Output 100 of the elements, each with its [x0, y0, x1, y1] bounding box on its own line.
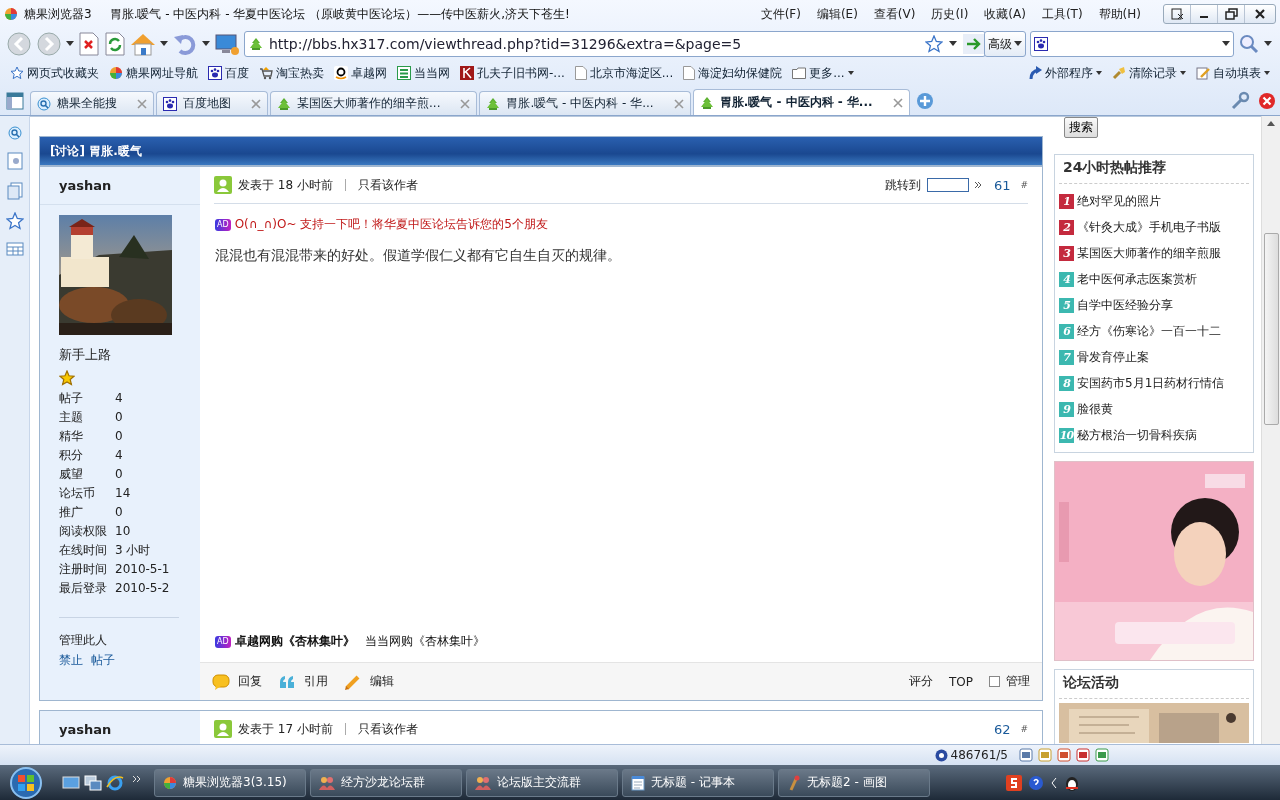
new-tab-button[interactable]: [915, 92, 934, 110]
penguin-icon[interactable]: [1064, 774, 1080, 791]
menu-item[interactable]: 帮助(H): [1090, 5, 1149, 23]
taskbar-item[interactable]: 经方沙龙论坛群: [310, 768, 462, 797]
refresh-button[interactable]: [104, 32, 126, 56]
hot-post-link[interactable]: 经方《伤寒论》一百一十二: [1077, 322, 1221, 340]
home-button[interactable]: [130, 32, 156, 56]
author-name[interactable]: yashan: [59, 178, 112, 193]
form-pencil-icon: [1196, 66, 1210, 80]
scroll-up-icon[interactable]: [1266, 120, 1276, 128]
hot-post-link[interactable]: 《针灸大成》手机电子书版: [1077, 218, 1221, 236]
advanced-button[interactable]: 高级: [984, 31, 1026, 57]
hot-post-link[interactable]: 骨发育停止案: [1077, 348, 1149, 366]
bookmark-item[interactable]: 更多...: [788, 64, 858, 82]
taskbar-item[interactable]: 无标题2 - 画图: [778, 768, 930, 797]
bookmark-item[interactable]: 百度: [204, 64, 253, 82]
caret-icon[interactable]: [160, 41, 168, 47]
star-icon[interactable]: [925, 35, 943, 53]
address-field[interactable]: http://bbs.hx317.com/viewthread.php?tid=31296&extra=&page=5: [244, 31, 986, 57]
manage-checkbox[interactable]: [989, 676, 1000, 687]
taskbar-item[interactable]: 无标题 - 记事本: [622, 768, 774, 797]
only-author-link[interactable]: 只看该作者: [357, 176, 418, 194]
wrench-icon[interactable]: [1230, 91, 1250, 111]
post-action[interactable]: 编辑: [344, 673, 394, 690]
post-action[interactable]: TOP: [949, 674, 973, 689]
close-all-icon[interactable]: [1258, 92, 1276, 110]
grid-icon[interactable]: [5, 242, 24, 256]
pages-icon[interactable]: [6, 182, 23, 200]
post-body: 混混也有混混带来的好处。假道学假仁义都有它自生自灭的规律。: [215, 247, 622, 265]
menu-item[interactable]: 查看(V): [865, 5, 924, 23]
caret-icon[interactable]: [1264, 41, 1272, 47]
bookmark-item[interactable]: 网页式收藏夹: [6, 64, 103, 82]
browser-tab[interactable]: 某国医大师著作的细辛煎...: [270, 91, 478, 115]
ie-icon[interactable]: [106, 773, 124, 792]
hot-post-link[interactable]: 老中医何承志医案赏析: [1077, 270, 1197, 288]
hot-post-link[interactable]: 自学中医经验分享: [1077, 296, 1173, 314]
stat-label: 积分: [59, 447, 84, 464]
help-icon[interactable]: [1028, 774, 1044, 791]
menu-item[interactable]: 编辑(E): [808, 5, 866, 23]
post-action[interactable]: 引用: [278, 673, 328, 690]
signature-link[interactable]: 当当网购《杏林集叶》: [364, 633, 485, 650]
browser-tab[interactable]: 胃胀.嗳气 - 中医内科 - 华...: [479, 91, 691, 115]
toolbar-item[interactable]: 外部程序: [1024, 64, 1106, 82]
toolbar-item[interactable]: 自动填表: [1192, 64, 1274, 82]
quote-icon: [278, 673, 296, 690]
scrollbar[interactable]: [1261, 116, 1280, 744]
taskbar-item[interactable]: 论坛版主交流群: [466, 768, 618, 797]
close-icon[interactable]: [460, 98, 471, 109]
close-icon[interactable]: [137, 98, 147, 109]
stop-button[interactable]: [78, 32, 100, 56]
bookmark-item[interactable]: 海淀妇幼保健院: [679, 64, 787, 82]
desktop-icon[interactable]: [62, 774, 80, 791]
manage-link[interactable]: 帖子: [91, 653, 115, 667]
monitor-button[interactable]: [214, 32, 240, 56]
sidebar-toggle-icon[interactable]: [6, 92, 24, 110]
browser-tab[interactable]: 糖果全能搜: [30, 91, 154, 115]
search-field[interactable]: [1030, 31, 1234, 57]
taskbar-item[interactable]: 糖果浏览器3(3.15): [154, 768, 306, 797]
bookmark-item[interactable]: 糖果网址导航: [105, 64, 202, 82]
browser-tab[interactable]: 百度地图: [156, 91, 268, 115]
close-icon[interactable]: [251, 98, 261, 109]
hot-post-link[interactable]: 某国医大师著作的细辛煎服: [1077, 244, 1221, 262]
sogou-icon[interactable]: [1006, 774, 1022, 791]
browser-tab[interactable]: 胃胀.嗳气 - 中医内科 - 华...: [692, 89, 910, 115]
caret-icon[interactable]: [66, 41, 74, 47]
hot-post-link[interactable]: 绝对罕见的照片: [1077, 192, 1161, 210]
switch-windows-icon[interactable]: [84, 774, 102, 791]
caret-icon[interactable]: [202, 41, 210, 47]
only-author-link[interactable]: 只看该作者: [357, 720, 418, 738]
search-button[interactable]: 搜索: [1064, 117, 1098, 138]
menu-item[interactable]: 收藏(A): [976, 5, 1034, 23]
bookmark-item[interactable]: 当当网: [393, 64, 454, 82]
menu-item[interactable]: 工具(T): [1033, 5, 1091, 23]
star-icon[interactable]: [5, 212, 24, 230]
hot-post-link[interactable]: 安国药市5月1日药材行情信: [1077, 374, 1225, 392]
menu-item[interactable]: 历史(I): [923, 5, 977, 23]
hot-post-link[interactable]: 秘方根治一切骨科疾病: [1077, 426, 1197, 444]
scrollbar-thumb[interactable]: [1263, 233, 1279, 425]
color-wheel-icon: [109, 66, 123, 80]
caret-icon[interactable]: [949, 41, 957, 47]
close-icon[interactable]: [673, 98, 684, 109]
user-icon: [214, 176, 232, 194]
close-icon[interactable]: [892, 97, 903, 108]
stat-value: 2010-5-1: [115, 561, 171, 578]
author-name[interactable]: yashan: [59, 722, 112, 737]
manage-link[interactable]: 禁止: [59, 653, 83, 667]
rank-star-icon: [59, 370, 75, 386]
bookmark-item[interactable]: 淘宝热卖: [255, 64, 328, 82]
menu-item[interactable]: 文件(F): [752, 5, 809, 23]
signature-link[interactable]: 卓越网购《杏林集叶》: [234, 633, 355, 650]
post-action[interactable]: 回复: [212, 673, 262, 690]
hot-post-link[interactable]: 脸很黄: [1077, 400, 1113, 418]
bookmark-item[interactable]: 孔夫子旧书网-...: [456, 64, 569, 82]
toolbar-item[interactable]: 清除记录: [1108, 64, 1190, 82]
chevron-icon[interactable]: [132, 774, 142, 783]
jump-field[interactable]: [926, 178, 969, 192]
ad-link[interactable]: O(∩_∩)O~ 支持一下吧！将华夏中医论坛告诉您的5个朋友: [234, 216, 548, 233]
bookmark-item[interactable]: 卓越网: [330, 64, 391, 82]
bookmark-item[interactable]: 北京市海淀区...: [570, 64, 678, 82]
post-action[interactable]: 评分: [909, 673, 933, 690]
